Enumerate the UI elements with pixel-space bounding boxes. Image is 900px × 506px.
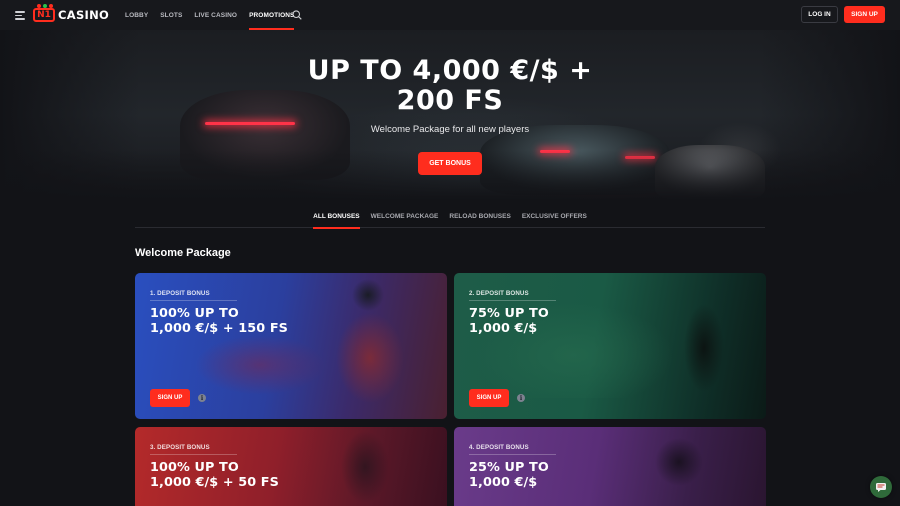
card-2-person-image	[674, 278, 734, 419]
hero-title: UP TO 4,000 €/$ + 200 FS	[307, 55, 593, 116]
chat-support-button[interactable]	[870, 476, 892, 498]
logo-badge: N1	[33, 4, 55, 22]
tab-exclusive-offers[interactable]: EXCLUSIVE OFFERS	[522, 210, 587, 228]
card-1-signup-button[interactable]: SIGN UP	[150, 389, 190, 407]
bonus-card-3[interactable]: 3. DEPOSIT BONUS 100% UP TO 1,000 €/$ + …	[135, 427, 447, 506]
card-4-label: 4. DEPOSIT BONUS	[469, 444, 529, 451]
card-1-label: 1. DEPOSIT BONUS	[150, 290, 210, 297]
logo-text: CASINO	[58, 8, 110, 22]
hero-banner: UP TO 4,000 €/$ + 200 FS Welcome Package…	[0, 30, 900, 200]
site-logo[interactable]: N1 CASINO	[33, 4, 110, 24]
card-2-title: 75% UP TO 1,000 €/$	[469, 306, 549, 336]
card-4-title: 25% UP TO 1,000 €/$	[469, 460, 549, 490]
signup-button[interactable]: SIGN UP	[844, 6, 885, 23]
tab-reload-bonuses[interactable]: RELOAD BONUSES	[449, 210, 510, 228]
card-2-label: 2. DEPOSIT BONUS	[469, 290, 529, 297]
bonus-card-2[interactable]: 2. DEPOSIT BONUS 75% UP TO 1,000 €/$ SIG…	[454, 273, 766, 419]
bonus-card-4[interactable]: 4. DEPOSIT BONUS 25% UP TO 1,000 €/$	[454, 427, 766, 506]
card-1-info-icon[interactable]: i	[198, 394, 206, 402]
card-1-car-image	[195, 335, 325, 395]
nav-slots[interactable]: SLOTS	[160, 0, 182, 30]
nav-promotions[interactable]: PROMOTIONS	[249, 0, 295, 30]
card-1-rider-image	[310, 273, 447, 419]
chat-icon	[876, 483, 886, 492]
tab-all-bonuses[interactable]: ALL BONUSES	[313, 210, 361, 229]
nav-live-casino[interactable]: LIVE CASINO	[194, 0, 237, 30]
tab-welcome-package[interactable]: WELCOME PACKAGE	[371, 210, 439, 228]
nav-lobby[interactable]: LOBBY	[125, 0, 148, 30]
card-2-signup-button[interactable]: SIGN UP	[469, 389, 509, 407]
search-icon[interactable]	[292, 10, 302, 20]
card-3-label: 3. DEPOSIT BONUS	[150, 444, 210, 451]
main-nav: LOBBY SLOTS LIVE CASINO PROMOTIONS	[125, 0, 306, 30]
section-title: Welcome Package	[135, 247, 231, 259]
get-bonus-button[interactable]: GET BONUS	[418, 152, 482, 175]
top-navbar: N1 CASINO LOBBY SLOTS LIVE CASINO PROMOT…	[0, 0, 900, 30]
hero-subtitle: Welcome Package for all new players	[370, 124, 530, 135]
hamburger-menu-icon[interactable]	[15, 11, 25, 20]
card-3-title: 100% UP TO 1,000 €/$ + 50 FS	[150, 460, 279, 490]
login-button[interactable]: LOG IN	[801, 6, 838, 23]
bonus-filter-tabs: ALL BONUSES WELCOME PACKAGE RELOAD BONUS…	[135, 210, 765, 229]
card-2-info-icon[interactable]: i	[517, 394, 525, 402]
card-1-title: 100% UP TO 1,000 €/$ + 150 FS	[150, 306, 288, 336]
bonus-card-1[interactable]: 1. DEPOSIT BONUS 100% UP TO 1,000 €/$ + …	[135, 273, 447, 419]
